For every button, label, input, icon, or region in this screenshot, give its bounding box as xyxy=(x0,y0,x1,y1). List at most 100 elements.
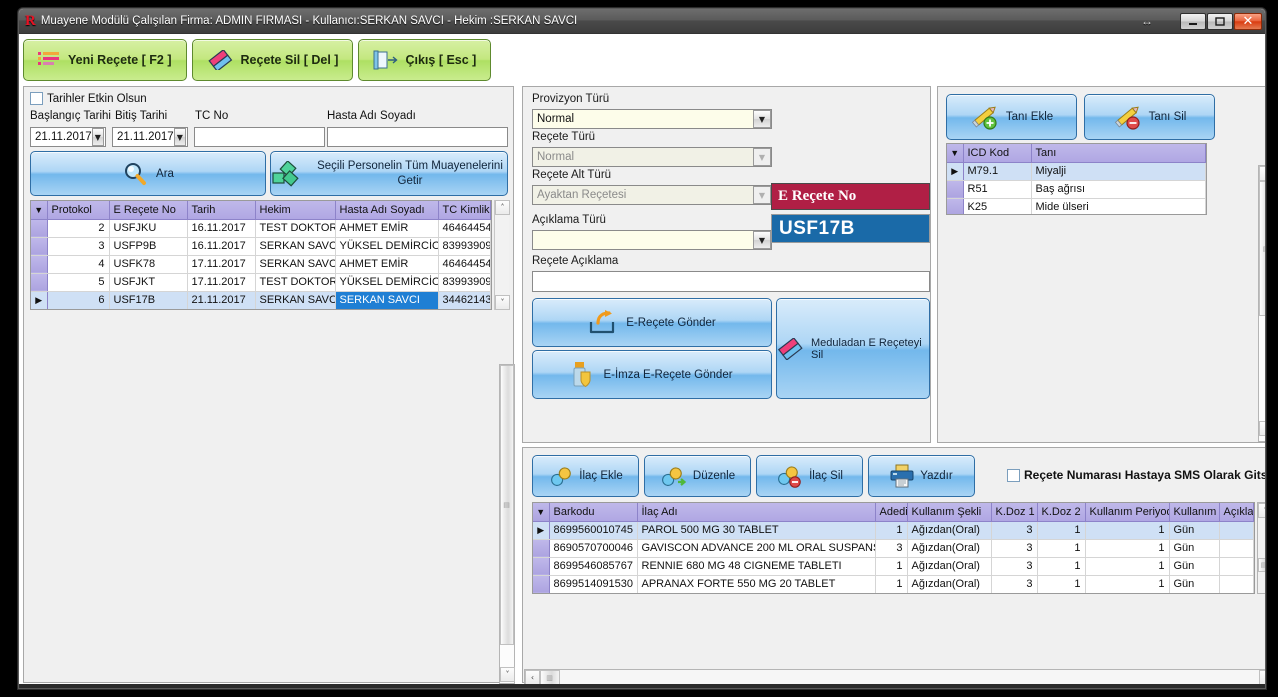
table-row[interactable]: ▶ 8699560010745 PAROL 500 MG 30 TABLET 1… xyxy=(533,521,1254,540)
search-button[interactable]: Ara xyxy=(30,151,266,196)
diagnosis-panel-scrollbar[interactable]: ˄ ▤ ˅ xyxy=(1258,165,1265,442)
col-tarih[interactable]: Tarih xyxy=(187,201,256,220)
diagnosis-grid[interactable]: ▼ ICD Kod Tanı ▶ M79.1 Miyalji R51 Baş a… xyxy=(946,143,1207,215)
row-selector-current[interactable]: ▶ xyxy=(533,521,550,540)
new-prescription-button[interactable]: Yeni Reçete [ F2 ] xyxy=(23,39,187,81)
table-row[interactable]: ▶ 6 USF17B 21.11.2017 SERKAN SAVCI SERKA… xyxy=(31,291,491,309)
scroll-down-arrow-icon[interactable]: ˅ xyxy=(500,667,515,682)
diagnosis-scroll-thumb[interactable]: ▤ xyxy=(1259,181,1265,316)
delete-diagnosis-button[interactable]: Tanı Sil xyxy=(1084,94,1215,140)
send-erecete-button[interactable]: E-Reçete Gönder xyxy=(532,298,772,347)
close-button[interactable]: ✕ xyxy=(1234,12,1262,30)
row-selector-current[interactable]: ▶ xyxy=(947,162,964,181)
add-diagnosis-button[interactable]: Tanı Ekle xyxy=(946,94,1077,140)
exam-grid[interactable]: ▼ Protokol E Reçete No Tarih Hekim Hasta… xyxy=(30,200,492,310)
dates-active-checkbox[interactable] xyxy=(30,92,43,105)
col-tani[interactable]: Tanı xyxy=(1031,144,1206,163)
tc-no-input[interactable] xyxy=(194,127,325,147)
exit-button[interactable]: Çıkış [ Esc ] xyxy=(358,39,492,81)
delete-from-medula-button[interactable]: Meduladan E Reçeteyi Sil xyxy=(776,298,930,399)
table-row[interactable]: 8699514091530 APRANAX FORTE 550 MG 20 TA… xyxy=(533,575,1254,593)
row-selector[interactable] xyxy=(533,539,550,558)
table-row[interactable]: R51 Baş ağrısı xyxy=(947,180,1206,199)
dates-active-row[interactable]: Tarihler Etkin Olsun xyxy=(30,92,147,105)
table-row[interactable]: ▶ M79.1 Miyalji xyxy=(947,162,1206,181)
provision-type-select[interactable]: Normal ▼ xyxy=(532,109,772,129)
chevron-down-icon[interactable]: ▼ xyxy=(173,128,186,146)
grid-menu-icon[interactable]: ▼ xyxy=(533,503,550,522)
scroll-right-arrow-icon[interactable]: › xyxy=(1259,670,1265,685)
description-type-select[interactable]: ▼ xyxy=(532,230,772,250)
scroll-up-arrow-icon[interactable]: ˄ xyxy=(495,200,510,215)
sms-notification-row[interactable]: Reçete Numarası Hastaya SMS Olarak Gitsi… xyxy=(1007,468,1265,482)
drug-grid[interactable]: ▼ Barkodu İlaç Adı Adedi Kullanım Şekli … xyxy=(532,502,1255,594)
start-date-input[interactable]: 21.11.2017 ▼ xyxy=(30,127,106,147)
table-row[interactable]: K25 Mide ülseri xyxy=(947,198,1206,214)
chevron-down-icon[interactable]: ▼ xyxy=(753,148,771,166)
table-row[interactable]: 3 USFP9B 16.11.2017 SERKAN SAVCI YÜKSEL … xyxy=(31,237,491,256)
table-row[interactable]: 8690570700046 GAVISCON ADVANCE 200 ML OR… xyxy=(533,539,1254,558)
col-kdoz2[interactable]: K.Doz 2 xyxy=(1037,503,1086,522)
scroll-down-arrow-icon[interactable]: ˅ xyxy=(1259,421,1265,436)
table-row[interactable]: 2 USFJKU 16.11.2017 TEST DOKTOR AHMET EM… xyxy=(31,219,491,238)
col-hekim[interactable]: Hekim xyxy=(255,201,336,220)
col-icd-kod[interactable]: ICD Kod xyxy=(963,144,1032,163)
add-drug-button[interactable]: İlaç Ekle xyxy=(532,455,639,497)
prescription-type-select[interactable]: Normal ▼ xyxy=(532,147,772,167)
grid-menu-icon[interactable]: ▼ xyxy=(31,201,48,220)
scroll-down-arrow-icon[interactable]: ˅ xyxy=(495,295,510,310)
table-row[interactable]: 5 USFJKT 17.11.2017 TEST DOKTOR YÜKSEL D… xyxy=(31,273,491,292)
col-barkodu[interactable]: Barkodu xyxy=(549,503,638,522)
scroll-up-arrow-icon[interactable]: ˄ xyxy=(1259,166,1265,181)
exam-grid-scrollbar[interactable]: ˄ ˅ xyxy=(494,200,510,310)
chevron-down-icon[interactable]: ▼ xyxy=(91,128,104,146)
col-aciklama[interactable]: Açıklama xyxy=(1219,503,1254,522)
row-selector[interactable] xyxy=(31,255,48,274)
scroll-up-arrow-icon[interactable]: ˄ xyxy=(1258,503,1265,518)
col-kullanim-periyodu[interactable]: Kullanım Periyodu xyxy=(1085,503,1170,522)
chevron-down-icon[interactable]: ▼ xyxy=(753,231,771,249)
col-kullanim-sekli[interactable]: Kullanım Şekli xyxy=(907,503,992,522)
send-esign-erecete-button[interactable]: E-İmza E-Reçete Gönder xyxy=(532,350,772,399)
col-erecete-no[interactable]: E Reçete No xyxy=(109,201,188,220)
row-selector[interactable] xyxy=(533,575,550,593)
col-ilac-adi[interactable]: İlaç Adı xyxy=(637,503,876,522)
table-row[interactable]: 8699546085767 RENNIE 680 MG 48 CIGNEME T… xyxy=(533,557,1254,576)
sms-notification-checkbox[interactable] xyxy=(1007,468,1020,482)
left-panel-scroll-thumb[interactable]: ▤ xyxy=(500,365,514,645)
grid-menu-icon[interactable]: ▼ xyxy=(947,144,964,163)
maximize-button[interactable] xyxy=(1207,12,1233,30)
drug-grid-scrollbar[interactable]: ˄ ▤ xyxy=(1257,502,1265,594)
row-selector[interactable] xyxy=(31,219,48,238)
minimize-button[interactable] xyxy=(1180,12,1206,30)
end-date-input[interactable]: 21.11.2017 ▼ xyxy=(112,127,188,147)
resize-handle-icon[interactable]: ↔ xyxy=(1141,14,1153,28)
row-selector[interactable] xyxy=(31,237,48,256)
col-kullanim-p[interactable]: Kullanım P... xyxy=(1169,503,1220,522)
print-button[interactable]: Yazdır xyxy=(868,455,975,497)
left-panel-scrollbar[interactable]: ▤ ˅ xyxy=(499,364,515,684)
row-selector-current[interactable]: ▶ xyxy=(31,291,48,309)
row-selector[interactable] xyxy=(31,273,48,292)
prescription-note-input[interactable] xyxy=(532,271,930,292)
row-selector[interactable] xyxy=(947,180,964,199)
col-tc[interactable]: TC Kimlik No xyxy=(438,201,491,220)
col-adedi[interactable]: Adedi xyxy=(875,503,908,522)
edit-drug-button[interactable]: Düzenle xyxy=(644,455,751,497)
patient-name-input[interactable] xyxy=(327,127,508,147)
delete-prescription-button[interactable]: Reçete Sil [ Del ] xyxy=(191,39,354,81)
prescription-subtype-select[interactable]: Ayaktan Reçetesi ▼ xyxy=(532,185,772,205)
col-hasta[interactable]: Hasta Adı Soyadı xyxy=(335,201,439,220)
row-selector[interactable] xyxy=(947,198,964,214)
chevron-down-icon[interactable]: ▼ xyxy=(753,110,771,128)
row-selector[interactable] xyxy=(533,557,550,576)
all-exams-button[interactable]: Seçili Personelin Tüm Muayenelerini Geti… xyxy=(270,151,508,196)
col-kdoz1[interactable]: K.Doz 1 xyxy=(991,503,1038,522)
col-protokol[interactable]: Protokol xyxy=(47,201,110,220)
chevron-down-icon[interactable]: ▼ xyxy=(753,186,771,204)
horizontal-scroll-thumb[interactable]: ▥ xyxy=(540,670,560,685)
delete-drug-button[interactable]: İlaç Sil xyxy=(756,455,863,497)
drug-scroll-thumb[interactable]: ▤ xyxy=(1258,558,1265,572)
scroll-left-arrow-icon[interactable]: ‹ xyxy=(525,670,540,685)
table-row[interactable]: 4 USFK78 17.11.2017 SERKAN SAVCI AHMET E… xyxy=(31,255,491,274)
